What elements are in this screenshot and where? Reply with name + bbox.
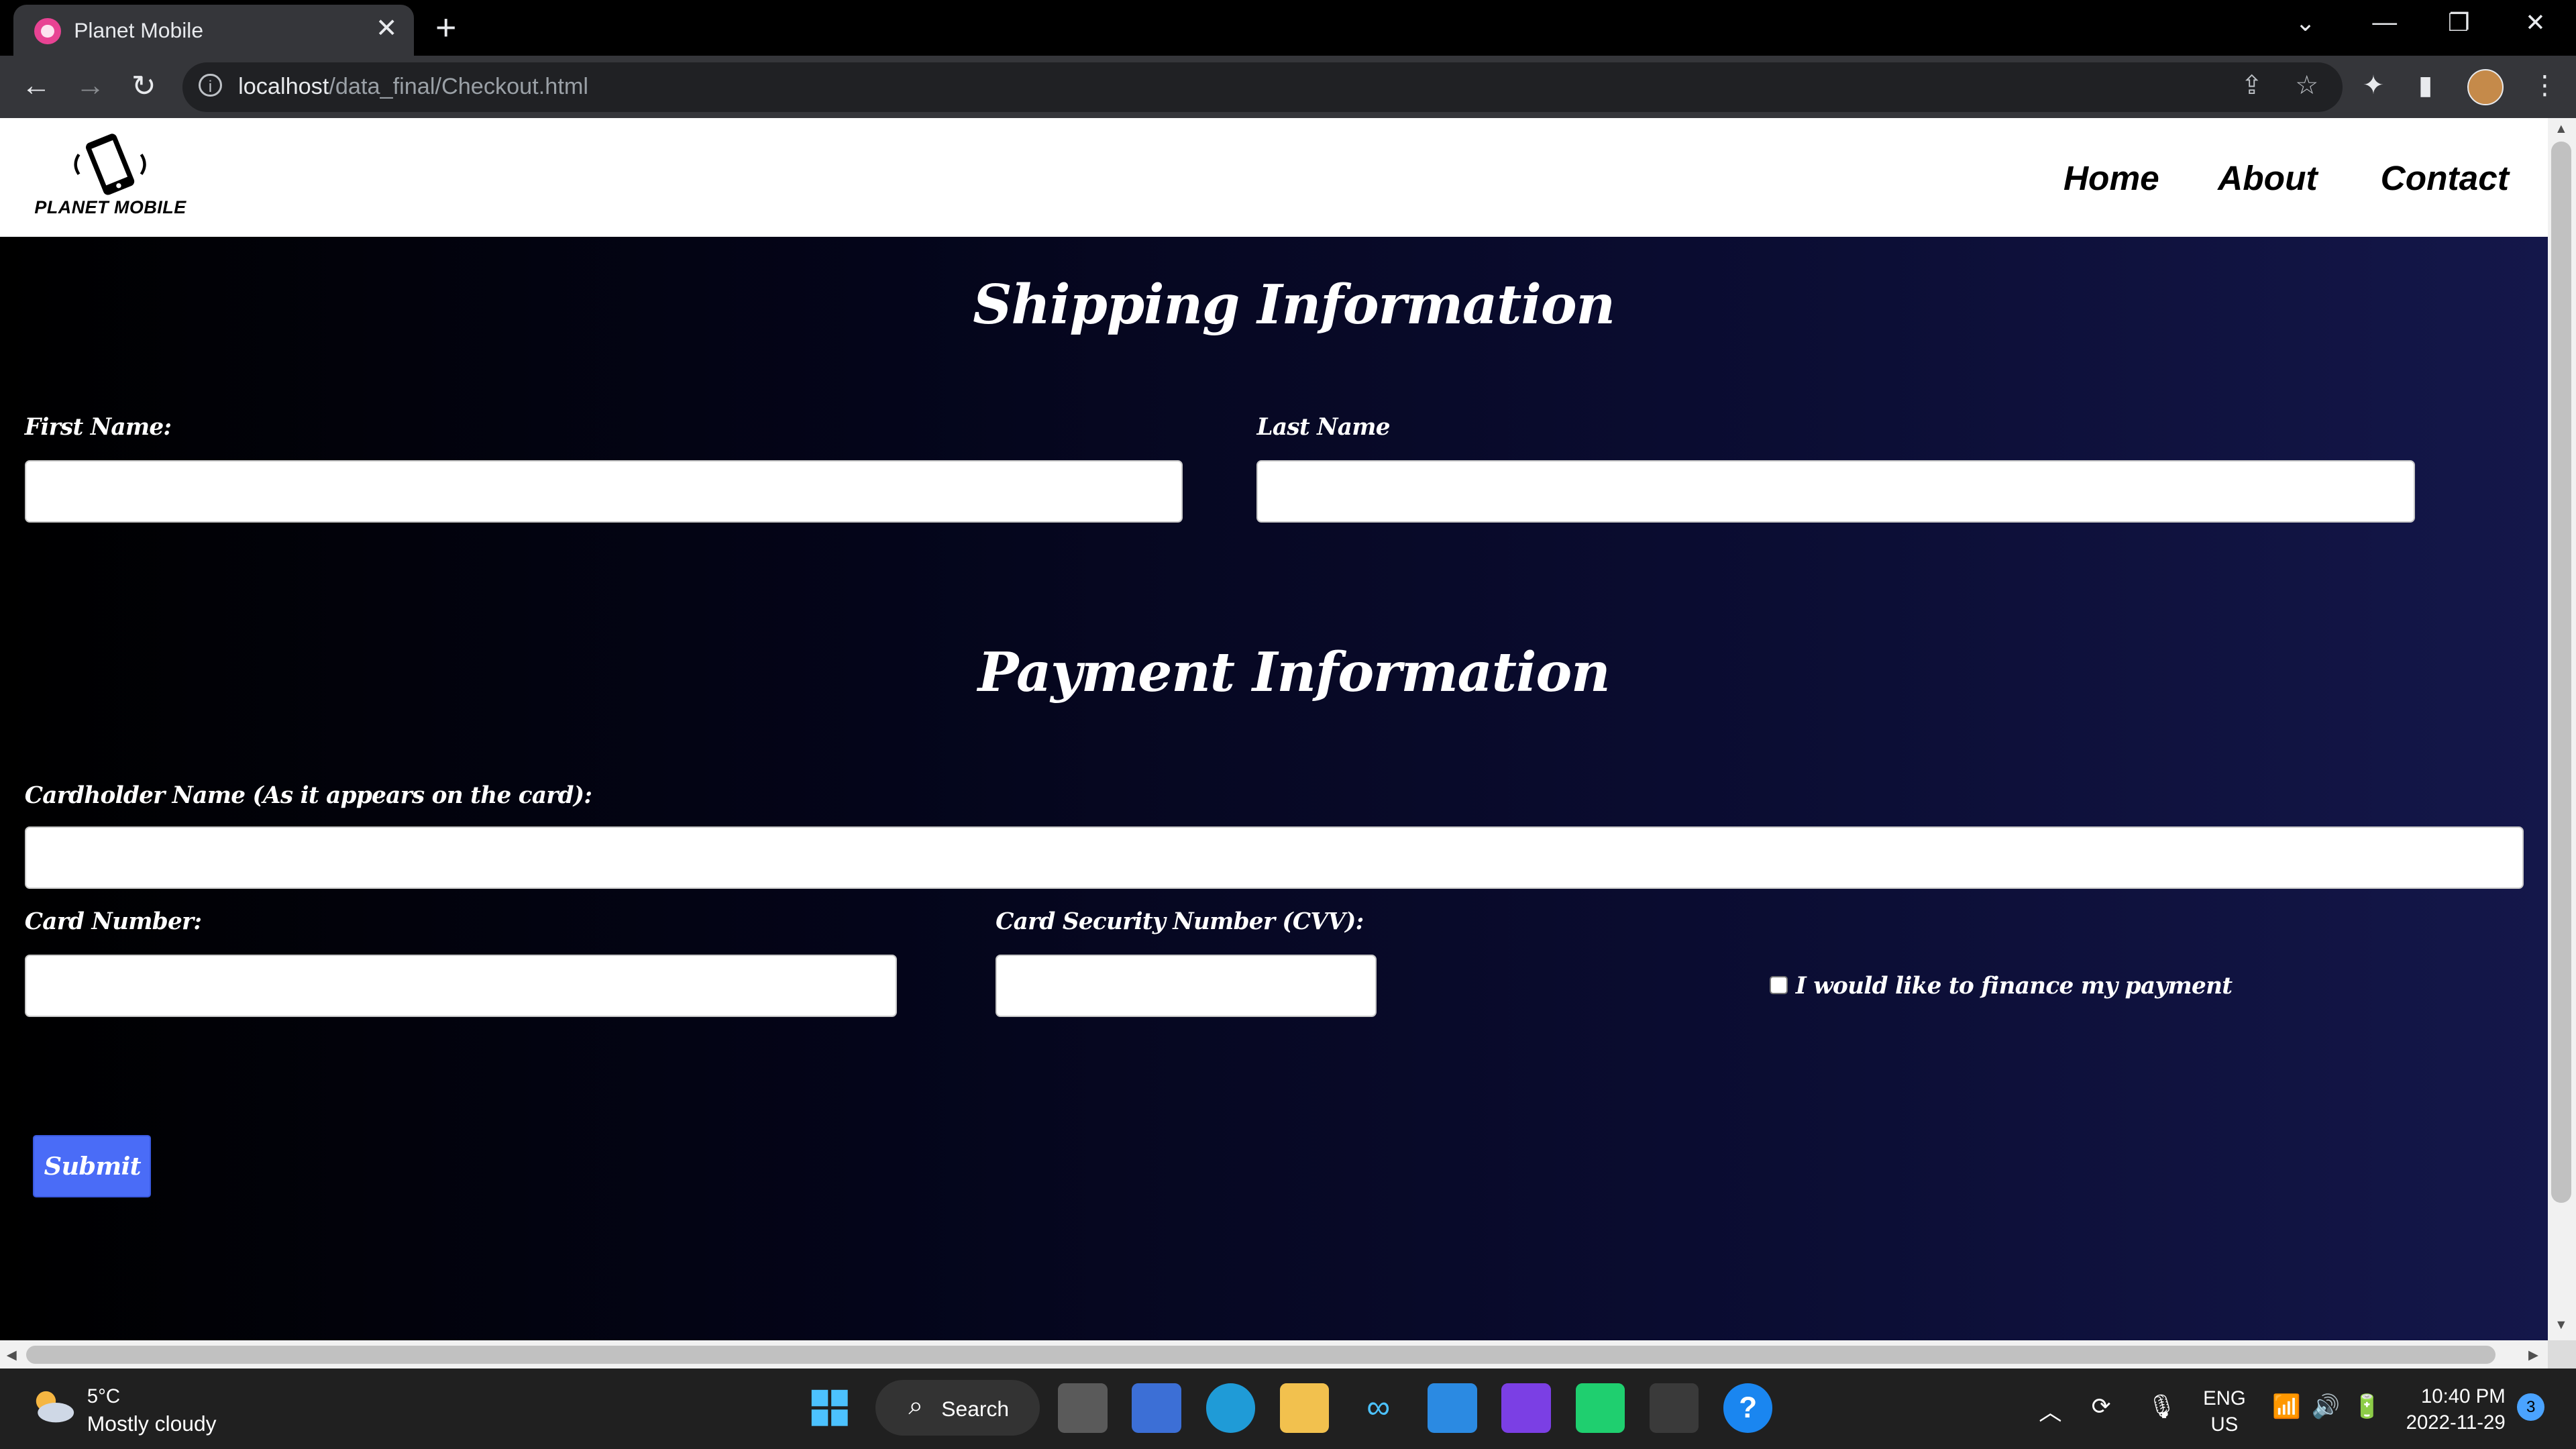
wifi-icon[interactable]: 📶 <box>2272 1393 2301 1420</box>
profile-avatar[interactable] <box>2467 68 2504 105</box>
weather-temperature[interactable]: 5°C <box>87 1385 120 1408</box>
tray-overflow-chevron-icon[interactable]: ︿ <box>2039 1393 2061 1427</box>
forward-icon[interactable]: → <box>76 69 105 103</box>
side-panel-icon[interactable]: ▮ <box>2418 70 2433 101</box>
reload-icon[interactable]: ↻ <box>131 69 156 103</box>
last-name-input[interactable] <box>1256 460 2416 523</box>
minimize-icon[interactable]: — <box>2372 8 2397 36</box>
chrome-icon[interactable] <box>1649 1383 1699 1433</box>
search-icon: ⌕ <box>908 1391 924 1421</box>
cardholder-name-label: Cardholder Name (As it appears on the ca… <box>24 782 592 809</box>
scroll-down-arrow-icon[interactable]: ▼ <box>2555 1318 2567 1333</box>
battery-icon[interactable]: 🔋 <box>2353 1393 2381 1420</box>
submit-button[interactable]: Submit <box>32 1135 152 1198</box>
share-icon[interactable]: ⇪ <box>2241 70 2263 101</box>
site-favicon-icon <box>34 17 61 45</box>
task-view-icon[interactable] <box>1058 1383 1108 1433</box>
edge-browser-icon[interactable] <box>1205 1383 1256 1433</box>
finance-checkbox-label[interactable]: I would like to finance my payment <box>1796 973 2233 1000</box>
file-explorer-icon[interactable] <box>1279 1383 1330 1433</box>
scroll-up-arrow-icon[interactable]: ▲ <box>2555 121 2567 137</box>
scrollbar-corner <box>2548 1340 2576 1368</box>
vertical-scroll-thumb[interactable] <box>2551 141 2571 1203</box>
tab-close-icon[interactable]: ✕ <box>376 13 398 44</box>
weather-cloud-icon[interactable] <box>30 1388 76 1424</box>
browser-toolbar: ← → ↻ i localhost/data_final/Checkout.ht… <box>0 56 2576 119</box>
nav-home-link[interactable]: Home <box>2063 158 2159 198</box>
horizontal-scrollbar[interactable]: ◀ ▶ <box>0 1340 2548 1368</box>
card-number-label: Card Number: <box>24 908 202 936</box>
card-number-input[interactable] <box>24 954 898 1017</box>
cvv-label: Card Security Number (CVV): <box>996 908 1364 936</box>
scroll-left-arrow-icon[interactable]: ◀ <box>7 1347 17 1363</box>
new-tab-icon[interactable]: + <box>435 7 456 48</box>
window-close-icon[interactable]: ✕ <box>2525 8 2546 37</box>
bookmark-star-icon[interactable]: ☆ <box>2295 70 2318 101</box>
language-code: ENG <box>2203 1387 2246 1409</box>
site-header: PLANET MOBILE Home About Contact <box>0 118 2548 237</box>
shipping-title: Shipping Information <box>973 272 1615 337</box>
horizontal-scroll-thumb[interactable] <box>26 1345 2496 1364</box>
windows-taskbar: 5°C Mostly cloudy ⌕ Search ∞ ? ︿ ⟳ 🎙 ENG… <box>0 1368 2576 1449</box>
language-indicator[interactable]: ENG US <box>2203 1385 2246 1438</box>
microsoft-store-icon[interactable] <box>1132 1383 1181 1433</box>
browser-tab[interactable]: Planet Mobile ✕ <box>13 5 415 56</box>
volume-icon[interactable]: 🔊 <box>2312 1393 2341 1420</box>
language-region: US <box>2210 1413 2239 1436</box>
logo-text: PLANET MOBILE <box>34 197 186 217</box>
clock-time: 10:40 PM <box>2420 1385 2506 1408</box>
url-host: localhost <box>238 74 329 100</box>
extensions-icon[interactable]: ✦ <box>2363 70 2385 101</box>
tab-title: Planet Mobile <box>74 17 204 42</box>
pycharm-icon[interactable] <box>1575 1383 1625 1433</box>
sync-icon[interactable]: ⟳ <box>2092 1393 2111 1420</box>
intellij-icon[interactable] <box>1501 1383 1551 1433</box>
infinity-app-icon[interactable]: ∞ <box>1354 1383 1403 1432</box>
nav-about-link[interactable]: About <box>2218 158 2317 198</box>
vscode-icon[interactable] <box>1428 1383 1477 1433</box>
notification-badge[interactable]: 3 <box>2516 1393 2545 1421</box>
first-name-input[interactable] <box>24 460 1183 523</box>
microphone-icon[interactable]: 🎙 <box>2147 1393 2177 1420</box>
taskbar-search-label: Search <box>941 1396 1010 1421</box>
payment-title: Payment Information <box>977 641 1611 705</box>
restore-icon[interactable]: ❐ <box>2448 8 2470 37</box>
cvv-input[interactable] <box>996 954 1377 1017</box>
menu-kebab-icon[interactable]: ⋮ <box>2532 70 2558 101</box>
checkout-form-area: Shipping Information First Name: Last Na… <box>0 236 2548 1341</box>
address-bar[interactable]: i localhost/data_final/Checkout.html ⇪ ☆ <box>182 62 2343 112</box>
browser-tab-bar: Planet Mobile ✕ + ⌄ — ❐ ✕ <box>0 0 2576 56</box>
tab-search-chevron-icon[interactable]: ⌄ <box>2295 8 2316 37</box>
last-name-label: Last Name <box>1256 414 1390 441</box>
windows-start-icon[interactable] <box>805 1383 854 1432</box>
page-viewport: PLANET MOBILE Home About Contact Shippin… <box>0 118 2548 1341</box>
clock-date: 2022-11-29 <box>2406 1411 2506 1434</box>
finance-checkbox[interactable] <box>1769 975 1788 994</box>
site-info-icon[interactable]: i <box>199 74 222 97</box>
address-url[interactable]: localhost/data_final/Checkout.html <box>238 74 588 100</box>
first-name-label: First Name: <box>24 414 172 441</box>
nav-contact-link[interactable]: Contact <box>2381 158 2509 198</box>
back-icon[interactable]: ← <box>21 69 51 103</box>
scroll-right-arrow-icon[interactable]: ▶ <box>2528 1347 2538 1363</box>
help-icon[interactable]: ? <box>1723 1383 1773 1433</box>
weather-description[interactable]: Mostly cloudy <box>87 1411 217 1436</box>
system-clock[interactable]: 10:40 PM 2022-11-29 <box>2404 1383 2506 1436</box>
url-path: /data_final/Checkout.html <box>329 74 589 100</box>
vertical-scrollbar[interactable]: ▲ ▼ <box>2548 118 2576 1341</box>
taskbar-search[interactable]: ⌕ Search <box>875 1380 1040 1436</box>
cardholder-name-input[interactable] <box>24 826 2524 889</box>
